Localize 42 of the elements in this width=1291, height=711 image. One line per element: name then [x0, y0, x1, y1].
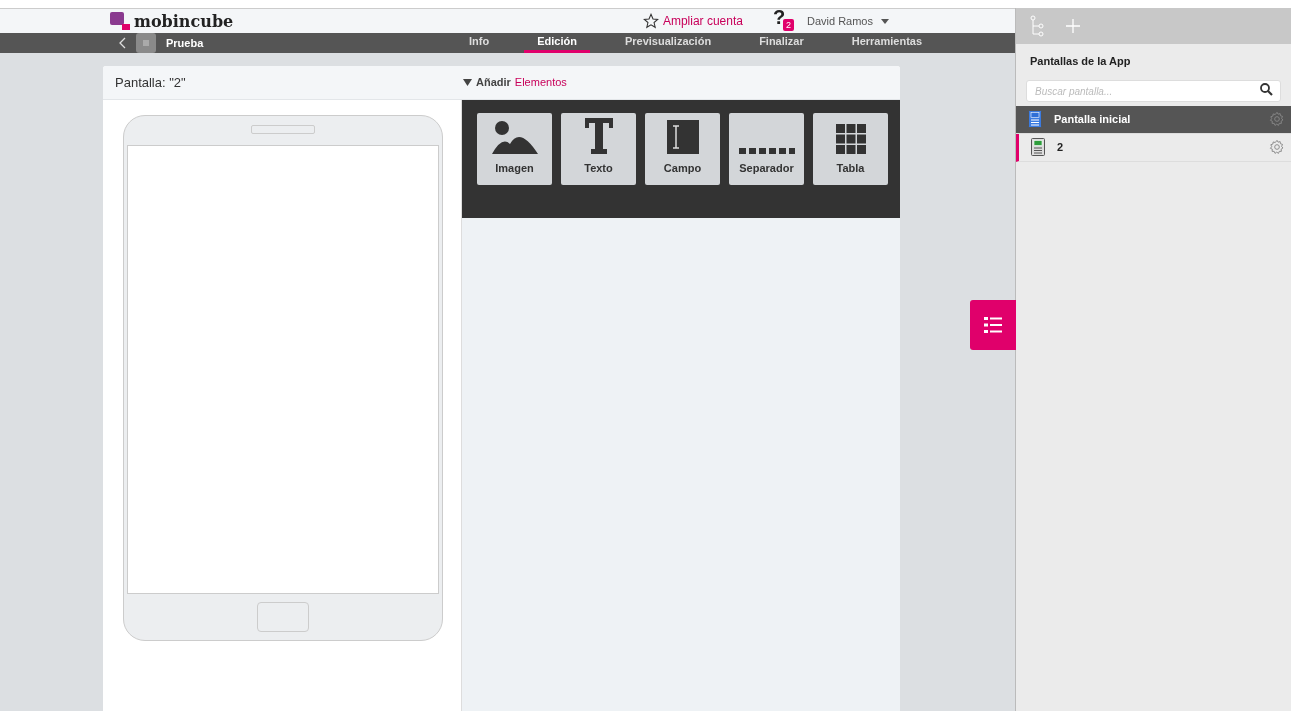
settings-icon[interactable]: [1269, 111, 1285, 127]
text-cursor-icon: [666, 119, 699, 154]
star-icon: [642, 13, 659, 29]
project-name: Prueba: [166, 35, 204, 51]
caret-icon: [881, 18, 889, 24]
list-toggle-button[interactable]: [970, 300, 1016, 350]
project-icon: [136, 33, 156, 53]
list-icon: [984, 317, 1002, 333]
search-icon: [1260, 82, 1273, 96]
document-icon: [1028, 110, 1042, 128]
element-tile[interactable]: Imagen: [477, 113, 552, 185]
nav-tab[interactable]: Info: [456, 33, 503, 53]
sitemap-icon[interactable]: [1030, 15, 1046, 37]
caret-icon: [463, 79, 472, 86]
nav-tab[interactable]: Finalizar: [746, 33, 817, 53]
screen-title: Pantalla: "2": [114, 73, 187, 92]
element-tile[interactable]: Tabla: [813, 113, 888, 185]
screen-list-item[interactable]: Pantalla inicial: [1016, 105, 1291, 134]
sidebar-title: Pantallas de la App: [1029, 54, 1132, 69]
document-icon: [1031, 138, 1045, 156]
element-tile[interactable]: Texto: [561, 113, 636, 185]
upgrade-link[interactable]: Ampliar cuenta: [642, 12, 743, 30]
search-field[interactable]: Buscar pantalla...: [1026, 80, 1281, 102]
logo-text: mobincube: [134, 14, 234, 30]
grid-icon: [835, 123, 866, 154]
screen-list-item[interactable]: 2: [1016, 133, 1291, 162]
picture-icon: [491, 119, 538, 154]
nav-tab[interactable]: Herramientas: [838, 33, 936, 53]
user-menu[interactable]: David Ramos: [806, 12, 889, 30]
element-tile[interactable]: Separador: [729, 113, 804, 185]
speaker-icon: [251, 125, 315, 134]
home-button-icon: [257, 602, 309, 632]
logo-icon: [110, 12, 132, 30]
dashed-line-icon: [738, 147, 795, 154]
settings-icon[interactable]: [1269, 139, 1285, 155]
plus-icon[interactable]: [1066, 19, 1080, 33]
back-icon[interactable]: [118, 37, 126, 49]
letter-t-icon: [584, 117, 613, 154]
element-tile[interactable]: Campo: [645, 113, 720, 185]
nav-tab[interactable]: Previsualización: [611, 33, 725, 53]
add-elements-toggle[interactable]: Añadir Elementos: [463, 74, 567, 91]
notification-badge: 2: [782, 19, 794, 31]
